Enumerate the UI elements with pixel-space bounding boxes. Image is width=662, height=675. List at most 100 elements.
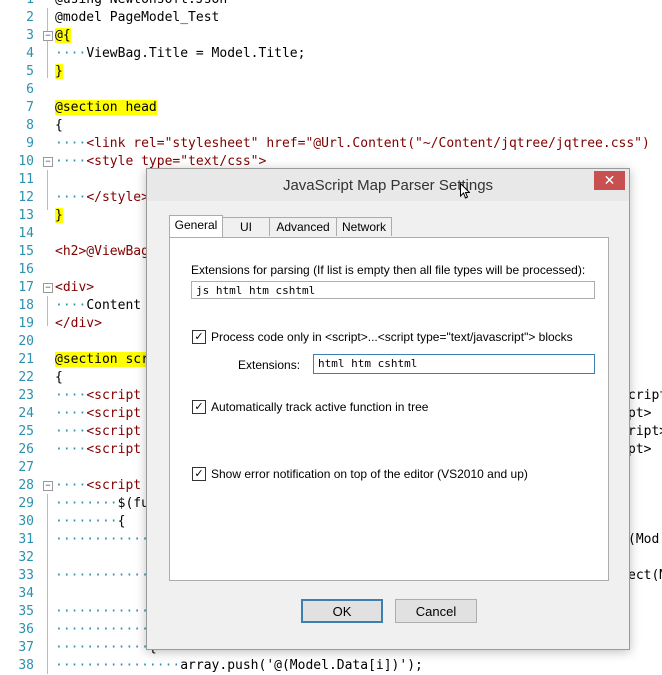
close-button[interactable]: ✕: [594, 171, 625, 190]
code-fragment: ect(M: [628, 568, 662, 583]
line-number: 31: [18, 532, 34, 547]
code-line[interactable]: 3− @{: [0, 27, 662, 45]
show-error-label[interactable]: Show error notification on top of the ed…: [211, 467, 528, 481]
sub-extensions-input[interactable]: html htm cshtml: [313, 354, 595, 374]
code-line[interactable]: 8{: [0, 117, 662, 135]
code-line[interactable]: 6: [0, 81, 662, 99]
code-text: </div>: [55, 316, 102, 331]
code-text: {: [55, 118, 63, 133]
line-number: 15: [18, 244, 34, 259]
line-number: 14: [18, 226, 34, 241]
line-number: 37: [18, 640, 34, 655]
code-text: ····<script: [55, 424, 142, 439]
code-text: ············: [55, 532, 149, 547]
line-number: 9: [26, 136, 34, 151]
fold-toggle-icon[interactable]: −: [43, 283, 53, 293]
dialog-title: JavaScript Map Parser Settings: [282, 177, 494, 194]
code-text: ····<script: [55, 406, 142, 421]
code-text: ············: [55, 622, 149, 637]
code-line[interactable]: 2 @model PageModel_Test: [0, 9, 662, 27]
code-text: @section head: [55, 100, 157, 115]
code-text: ····Content: [55, 298, 142, 313]
code-line[interactable]: 7 @section head: [0, 99, 662, 117]
line-number: 17: [18, 280, 34, 295]
line-number: 38: [18, 658, 34, 673]
line-number: 32: [18, 550, 34, 565]
mouse-pointer-icon: [460, 183, 470, 199]
close-icon: ✕: [603, 172, 616, 188]
extensions-label: Extensions for parsing (If list is empty…: [191, 263, 586, 277]
line-number: 29: [18, 496, 34, 511]
code-fragment: pt>: [628, 406, 652, 421]
fold-toggle-icon[interactable]: −: [43, 157, 53, 167]
fold-toggle-icon[interactable]: −: [43, 31, 53, 41]
tab-general[interactable]: General: [169, 215, 223, 237]
general-panel: Extensions for parsing (If list is empty…: [169, 237, 609, 581]
extensions-input[interactable]: js html htm cshtml: [191, 281, 595, 299]
auto-track-checkbox[interactable]: ✓: [192, 400, 206, 414]
line-number: 10: [18, 154, 34, 169]
code-text: ········$(fu: [55, 496, 149, 511]
line-number: 20: [18, 334, 34, 349]
line-number: 5: [26, 64, 34, 79]
ok-button[interactable]: OK: [301, 599, 383, 623]
line-number: 23: [18, 388, 34, 403]
line-number: 19: [18, 316, 34, 331]
line-number: 18: [18, 298, 34, 313]
auto-track-label[interactable]: Automatically track active function in t…: [211, 400, 428, 414]
tab-ui[interactable]: UI: [222, 217, 270, 236]
code-fragment: pt>: [628, 442, 652, 457]
code-fragment: ript>: [628, 424, 662, 439]
line-number: 26: [18, 442, 34, 457]
tab-advanced[interactable]: Advanced: [269, 217, 337, 236]
line-number: 22: [18, 370, 34, 385]
line-number: 12: [18, 190, 34, 205]
code-text: }: [55, 64, 63, 79]
line-number: 30: [18, 514, 34, 529]
code-text: @model PageModel_Test: [55, 10, 220, 25]
line-number: 27: [18, 460, 34, 475]
line-number: 4: [26, 46, 34, 61]
code-fragment: (Mod: [628, 532, 660, 547]
cancel-button[interactable]: Cancel: [395, 599, 477, 623]
code-text: ····<script: [55, 388, 142, 403]
code-line[interactable]: 9 ····<link rel="stylesheet" href="@Url.C…: [0, 135, 662, 153]
code-text: ····<link rel="stylesheet" href="@Url.Co…: [55, 136, 650, 151]
code-text: ············{: [55, 640, 157, 655]
line-number: 21: [18, 352, 34, 367]
sub-extensions-label: Extensions:: [238, 358, 301, 372]
code-line[interactable]: 5}: [0, 63, 662, 81]
line-number: 16: [18, 262, 34, 277]
code-line[interactable]: 4 ····ViewBag.Title = Model.Title;: [0, 45, 662, 63]
settings-dialog: JavaScript Map Parser Settings ✕ General…: [146, 168, 630, 650]
code-text: ············: [55, 604, 149, 619]
line-number: 24: [18, 406, 34, 421]
code-text: ····<script: [55, 442, 142, 457]
code-text: ····ViewBag.Title = Model.Title;: [55, 46, 306, 61]
line-number: 11: [18, 172, 34, 187]
code-line[interactable]: 1 @using Newtonsoft.Json: [0, 0, 662, 9]
code-text: {: [55, 370, 63, 385]
process-code-checkbox[interactable]: ✓: [192, 330, 206, 344]
process-code-label[interactable]: Process code only in <script>...<script …: [211, 330, 573, 344]
code-text: ········{: [55, 514, 126, 529]
line-number: 13: [18, 208, 34, 223]
show-error-checkbox[interactable]: ✓: [192, 467, 206, 481]
line-number: 2: [26, 10, 34, 25]
line-number: 36: [18, 622, 34, 637]
code-fragment: cript: [628, 388, 662, 403]
code-text: <h2>@ViewBag: [55, 244, 149, 259]
line-number: 6: [26, 82, 34, 97]
code-text: <div>: [55, 280, 95, 295]
line-number: 34: [18, 586, 34, 601]
line-number: 33: [18, 568, 34, 583]
code-text: }: [55, 208, 63, 223]
code-text: ················array.push('@(Model.Data…: [55, 658, 423, 673]
dialog-titlebar[interactable]: JavaScript Map Parser Settings ✕: [147, 169, 629, 201]
code-text: @{: [55, 28, 71, 43]
code-text: ············: [55, 568, 149, 583]
code-text: @using Newtonsoft.Json: [55, 0, 227, 9]
code-line[interactable]: 38 ················array.push('@(Model.Da…: [0, 657, 662, 675]
tab-network[interactable]: Network: [336, 217, 392, 236]
fold-toggle-icon[interactable]: −: [43, 481, 53, 491]
